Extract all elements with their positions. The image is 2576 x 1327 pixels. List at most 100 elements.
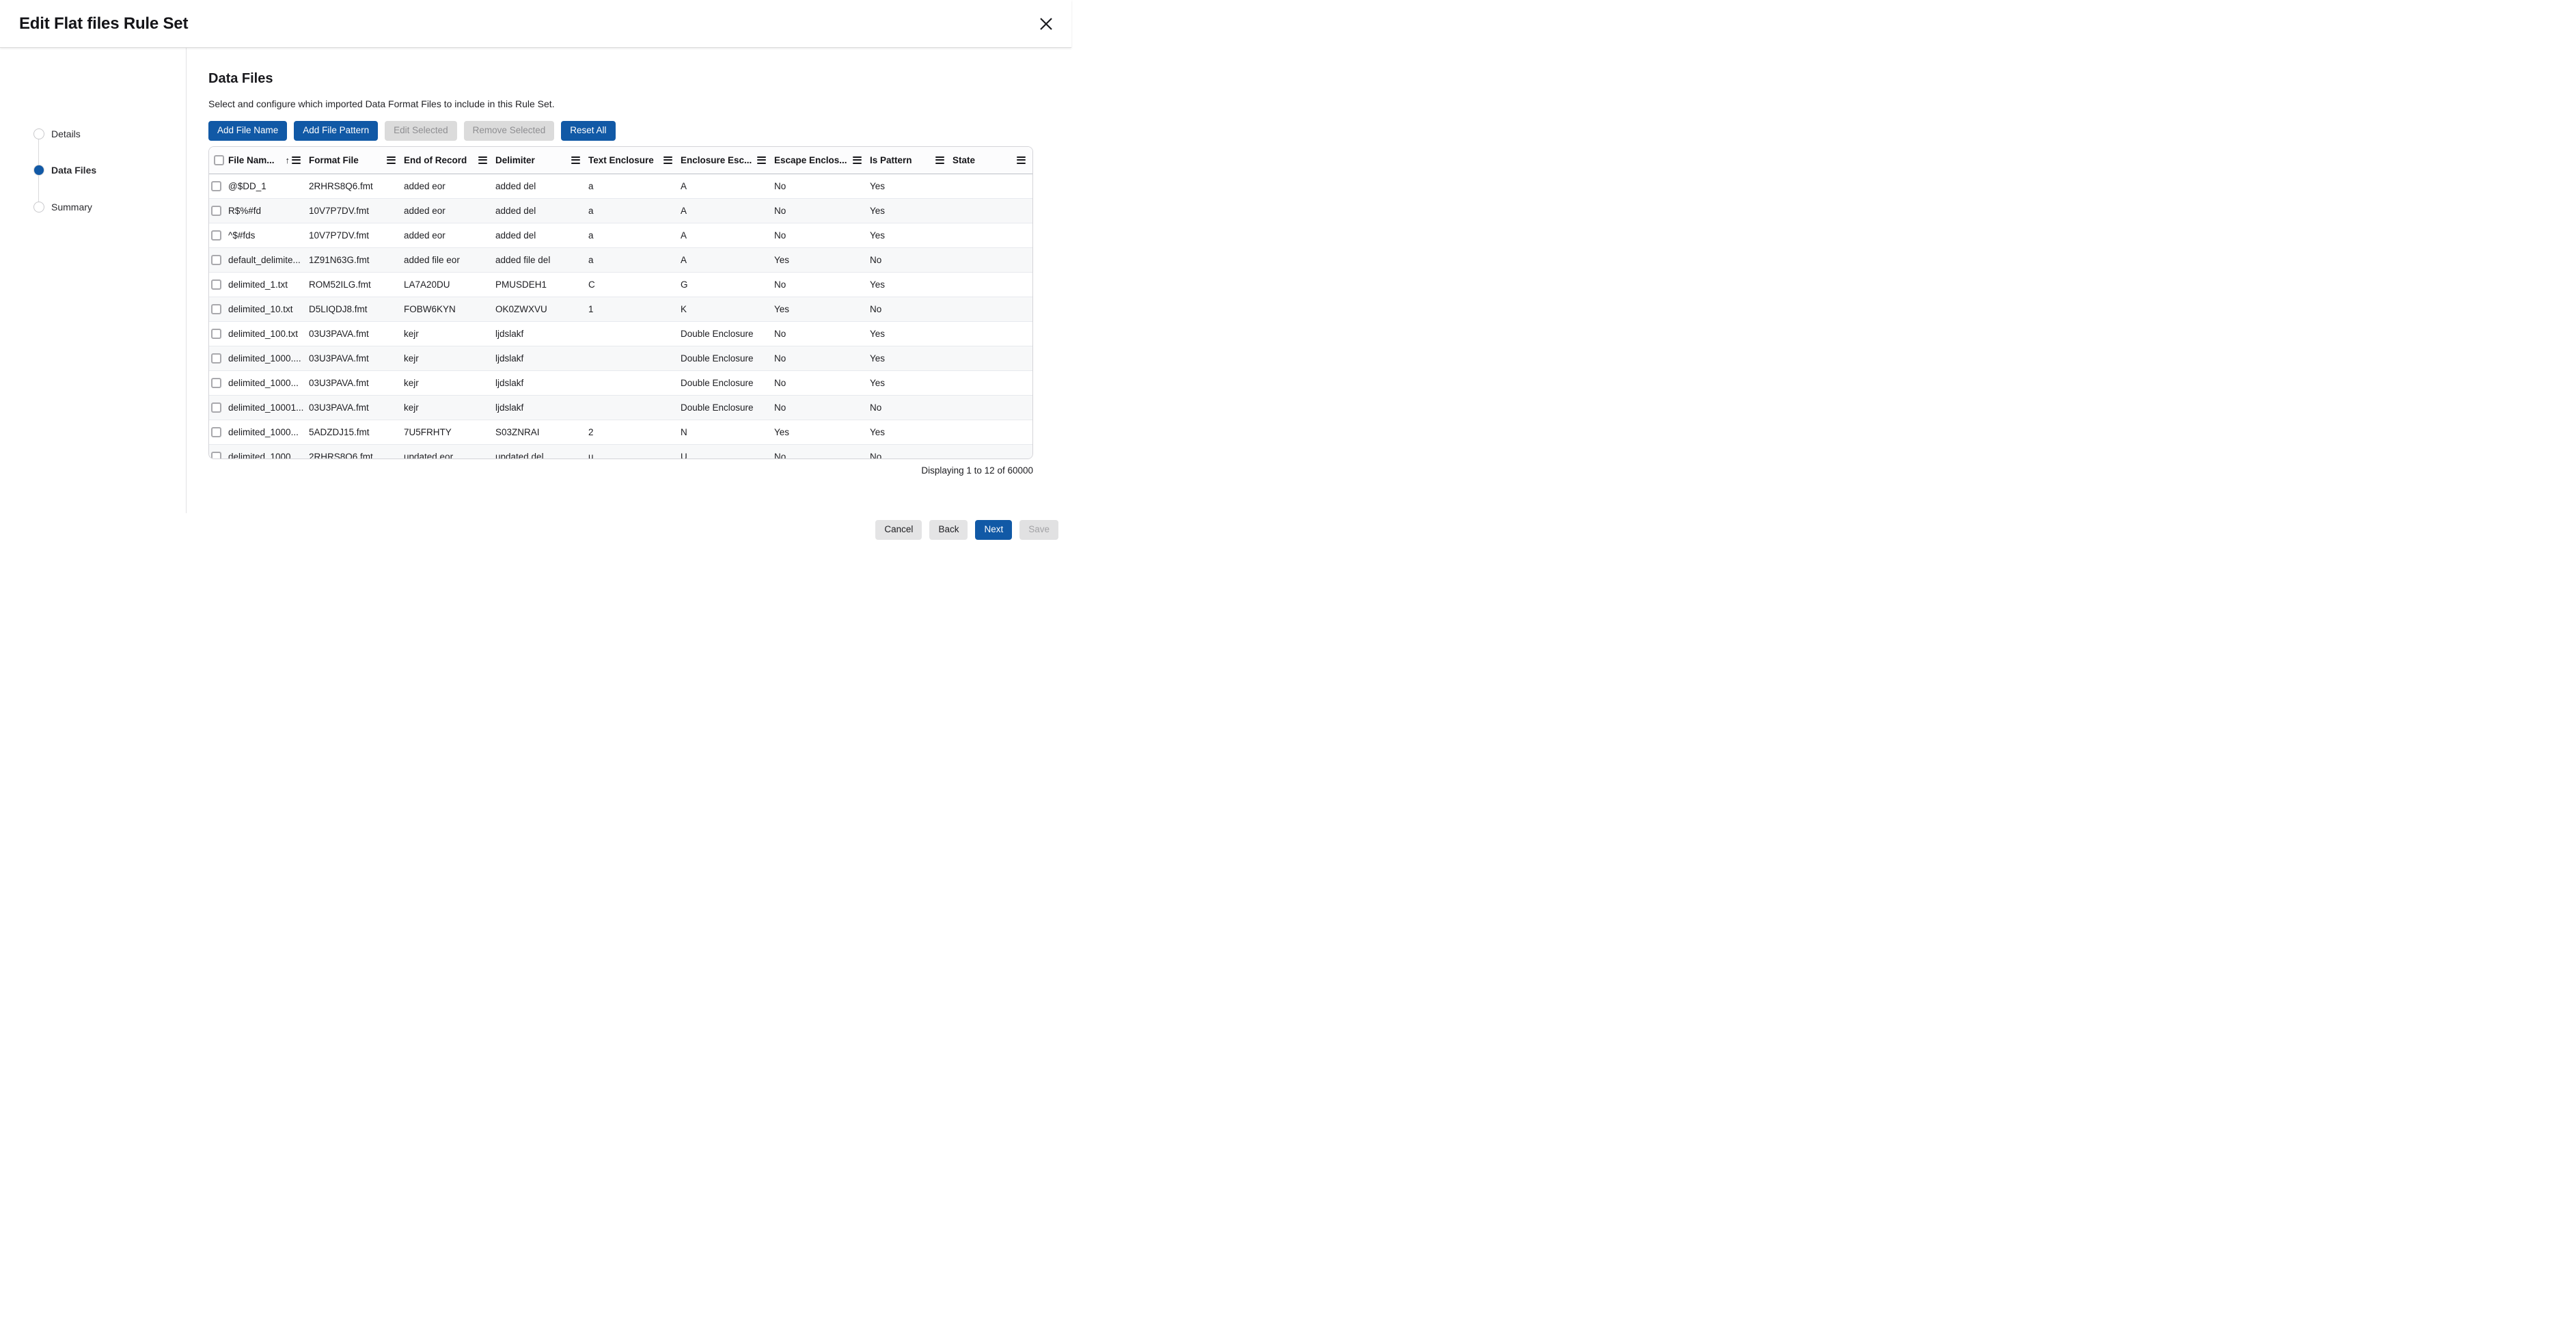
table-row[interactable]: delimited_1.txtROM52ILG.fmtLA7A20DUPMUSD… bbox=[209, 273, 1032, 297]
table-cell: added del bbox=[495, 206, 588, 216]
table-cell: OK0ZWXVU bbox=[495, 304, 588, 314]
table-cell: Yes bbox=[870, 353, 953, 364]
column-header-is-pattern[interactable]: Is Pattern bbox=[870, 155, 953, 165]
column-header-label: Enclosure Esc... bbox=[681, 155, 752, 165]
row-select-cell bbox=[209, 452, 228, 459]
table-row[interactable]: R$%#fd10V7P7DV.fmtadded eoradded delaANo… bbox=[209, 199, 1032, 223]
table-cell: 03U3PAVA.fmt bbox=[309, 353, 404, 364]
row-checkbox[interactable] bbox=[211, 329, 221, 339]
table-cell: delimited_100.txt bbox=[228, 329, 309, 339]
table-cell: ljdslakf bbox=[495, 378, 588, 388]
table-cell: 03U3PAVA.fmt bbox=[309, 402, 404, 413]
table-cell: A bbox=[681, 230, 774, 241]
table-cell: No bbox=[870, 255, 953, 265]
row-select-cell bbox=[209, 304, 228, 314]
add-file-name-button[interactable]: Add File Name bbox=[208, 121, 287, 141]
column-header-label: End of Record bbox=[404, 155, 467, 165]
table-row[interactable]: delimited_10.txtD5LIQDJ8.fmtFOBW6KYNOK0Z… bbox=[209, 297, 1032, 322]
stepper-item-data-files[interactable]: Data Files bbox=[33, 165, 96, 176]
column-menu-icon[interactable] bbox=[757, 156, 766, 164]
table-row[interactable]: delimited_1000....03U3PAVA.fmtkejrljdsla… bbox=[209, 346, 1032, 371]
stepper-item-summary[interactable]: Summary bbox=[33, 202, 92, 213]
row-checkbox[interactable] bbox=[211, 402, 221, 413]
row-checkbox[interactable] bbox=[211, 279, 221, 290]
table-row[interactable]: delimited_100.txt03U3PAVA.fmtkejrljdslak… bbox=[209, 322, 1032, 346]
table-cell: Yes bbox=[870, 329, 953, 339]
table-cell: C bbox=[588, 279, 681, 290]
row-checkbox[interactable] bbox=[211, 230, 221, 241]
table-cell: Double Enclosure bbox=[681, 402, 774, 413]
table-cell: No bbox=[774, 230, 870, 241]
page-title: Edit Flat files Rule Set bbox=[19, 14, 188, 33]
stepper-item-details[interactable]: Details bbox=[33, 128, 81, 139]
column-menu-icon[interactable] bbox=[663, 156, 672, 164]
select-all-checkbox[interactable] bbox=[214, 155, 224, 165]
column-menu-icon[interactable] bbox=[387, 156, 396, 164]
row-checkbox[interactable] bbox=[211, 353, 221, 364]
back-button[interactable]: Back bbox=[929, 520, 968, 540]
table-cell: delimited_1000... bbox=[228, 452, 309, 459]
row-checkbox[interactable] bbox=[211, 181, 221, 191]
column-header-file-nam[interactable]: File Nam... ↑ bbox=[228, 155, 309, 165]
row-checkbox[interactable] bbox=[211, 452, 221, 459]
row-select-cell bbox=[209, 378, 228, 388]
table-cell: 1 bbox=[588, 304, 681, 314]
column-header-escape-enclos[interactable]: Escape Enclos... bbox=[774, 155, 870, 165]
close-button[interactable] bbox=[1034, 12, 1058, 36]
table-cell: No bbox=[774, 181, 870, 191]
table-cell: delimited_1000... bbox=[228, 427, 309, 437]
table-cell: default_delimite... bbox=[228, 255, 309, 265]
row-select-cell bbox=[209, 402, 228, 413]
column-header-enclosure-esc[interactable]: Enclosure Esc... bbox=[681, 155, 774, 165]
table-cell: delimited_1.txt bbox=[228, 279, 309, 290]
row-checkbox[interactable] bbox=[211, 378, 221, 388]
table-cell: 03U3PAVA.fmt bbox=[309, 329, 404, 339]
table-cell: No bbox=[870, 452, 953, 459]
table-cell: Yes bbox=[870, 181, 953, 191]
table-row[interactable]: delimited_10001...03U3PAVA.fmtkejrljdsla… bbox=[209, 396, 1032, 420]
table-cell: Yes bbox=[774, 304, 870, 314]
column-menu-icon[interactable] bbox=[292, 156, 301, 164]
column-header-state[interactable]: State bbox=[953, 155, 1033, 165]
table-cell: ^$#fds bbox=[228, 230, 309, 241]
cancel-button[interactable]: Cancel bbox=[875, 520, 922, 540]
column-menu-icon[interactable] bbox=[478, 156, 487, 164]
column-header-format-file[interactable]: Format File bbox=[309, 155, 404, 165]
column-header-end-of-record[interactable]: End of Record bbox=[404, 155, 495, 165]
column-menu-icon[interactable] bbox=[935, 156, 944, 164]
table-row[interactable]: delimited_1000...5ADZDJ15.fmt7U5FRHTYS03… bbox=[209, 420, 1032, 445]
add-file-pattern-button[interactable]: Add File Pattern bbox=[294, 121, 378, 141]
column-header-delimiter[interactable]: Delimiter bbox=[495, 155, 588, 165]
column-menu-icon[interactable] bbox=[571, 156, 580, 164]
table-cell: delimited_10001... bbox=[228, 402, 309, 413]
table-cell: S03ZNRAI bbox=[495, 427, 588, 437]
remove-selected-button[interactable]: Remove Selected bbox=[464, 121, 555, 141]
row-checkbox[interactable] bbox=[211, 427, 221, 437]
section-description: Select and configure which imported Data… bbox=[208, 98, 1071, 109]
table-row[interactable]: delimited_1000...03U3PAVA.fmtkejrljdslak… bbox=[209, 371, 1032, 396]
row-checkbox[interactable] bbox=[211, 255, 221, 265]
table-cell: No bbox=[774, 378, 870, 388]
edit-selected-button[interactable]: Edit Selected bbox=[385, 121, 457, 141]
row-checkbox[interactable] bbox=[211, 206, 221, 216]
table-cell: delimited_1000.... bbox=[228, 353, 309, 364]
table-cell: 2RHRS8Q6.fmt bbox=[309, 452, 404, 459]
table-cell: 10V7P7DV.fmt bbox=[309, 230, 404, 241]
next-button[interactable]: Next bbox=[975, 520, 1012, 540]
table-row[interactable]: ^$#fds10V7P7DV.fmtadded eoradded delaANo… bbox=[209, 223, 1032, 248]
column-header-text-enclosure[interactable]: Text Enclosure bbox=[588, 155, 681, 165]
table-cell: 1Z91N63G.fmt bbox=[309, 255, 404, 265]
save-button[interactable]: Save bbox=[1019, 520, 1058, 540]
table-cell: A bbox=[681, 206, 774, 216]
table-cell: 7U5FRHTY bbox=[404, 427, 495, 437]
column-menu-icon[interactable] bbox=[1017, 156, 1026, 164]
table-row[interactable]: default_delimite...1Z91N63G.fmtadded fil… bbox=[209, 248, 1032, 273]
table-cell: added file eor bbox=[404, 255, 495, 265]
table-row[interactable]: @$DD_12RHRS8Q6.fmtadded eoradded delaANo… bbox=[209, 174, 1032, 199]
column-menu-icon[interactable] bbox=[853, 156, 862, 164]
table-cell: u bbox=[588, 452, 681, 459]
reset-all-button[interactable]: Reset All bbox=[561, 121, 615, 141]
table-row[interactable]: delimited_1000...2RHRS8Q6.fmtupdated eor… bbox=[209, 445, 1032, 459]
table-cell: updated del bbox=[495, 452, 588, 459]
row-checkbox[interactable] bbox=[211, 304, 221, 314]
